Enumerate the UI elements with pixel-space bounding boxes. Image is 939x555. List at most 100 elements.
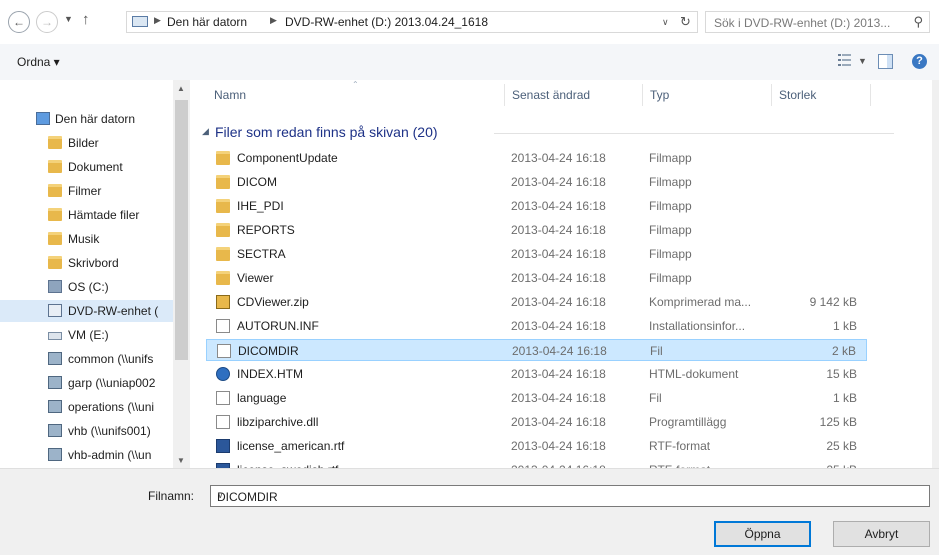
nav-item-common-share[interactable]: common (\\unifs [0,348,173,370]
breadcrumb-dvd-drive[interactable]: DVD-RW-enhet (D:) 2013.04.24_1618 [285,15,488,29]
filename-dropdown-icon[interactable]: ∨ [217,490,925,501]
file-type: Filmapp [649,175,692,189]
forward-button[interactable]: → [36,11,58,33]
table-row[interactable]: language 2013-04-24 16:18 Fil 1 kB [206,387,867,409]
column-divider[interactable] [870,84,871,106]
nav-item-dvd-drive[interactable]: DVD-RW-enhet ( [0,300,173,322]
list-scrollbar[interactable] [932,80,939,468]
nav-item-os-drive[interactable]: OS (C:) [0,276,173,298]
table-row[interactable]: libziparchive.dll 2013-04-24 16:18 Program… [206,411,867,433]
table-row[interactable]: AUTORUN.INF 2013-04-24 16:18 Installations… [206,315,867,337]
up-arrow-icon[interactable]: ↑ [82,11,90,28]
cancel-button[interactable]: Avbryt [833,521,930,547]
nav-item-vhb-share[interactable]: vhb (\\unifs001) [0,420,173,442]
table-row[interactable]: license_american.rtf 2013-04-24 16:18 RTF-… [206,435,867,457]
file-modified: 2013-04-24 16:18 [511,175,606,189]
nav-item-this-pc[interactable]: Den här datorn [0,108,173,130]
nav-item-desktop[interactable]: Skrivbord [0,252,173,274]
computer-icon [132,16,148,27]
help-icon[interactable]: ? [912,54,927,69]
nav-scrollbar-thumb[interactable] [175,100,188,360]
nav-item-pictures[interactable]: Bilder [0,132,173,154]
breadcrumb-separator-icon: ▶ [154,15,161,25]
refresh-icon[interactable]: ↻ [680,14,691,30]
network-drive-icon [48,424,62,437]
address-field[interactable]: ▶ Den här datorn ▶ DVD-RW-enhet (D:) 201… [126,11,698,33]
file-type: Filmapp [649,151,692,165]
column-header-name[interactable]: Namn [214,88,246,102]
videos-folder-icon [48,184,62,197]
pictures-folder-icon [48,136,62,149]
column-divider[interactable] [642,84,643,106]
nav-scroll-down-icon[interactable]: ▼ [177,456,185,465]
file-size: 15 kB [826,367,857,381]
file-size: 1 kB [832,391,857,405]
nav-item-operations-share[interactable]: operations (\\uni [0,396,173,418]
file-type: Fil [650,344,663,358]
open-button[interactable]: Öppna [714,521,811,547]
file-size: 9 142 kB [809,295,857,309]
nav-item-vm-drive[interactable]: VM (E:) [0,324,173,346]
file-type: HTML-dokument [649,367,739,381]
file-modified: 2013-04-24 16:18 [511,415,606,429]
network-drive-icon [48,376,62,389]
recent-locations-chevron-icon[interactable]: ▼ [64,14,73,24]
view-options-chevron-icon[interactable]: ▼ [858,56,867,66]
network-drive-icon [48,352,62,365]
group-header[interactable]: ◢ Filer som redan finns på skivan (20) [202,124,902,144]
command-bar: Ordna ▾ ▼ ? [0,44,939,81]
table-row[interactable]: IHE_PDI 2013-04-24 16:18 Filmapp [206,195,867,217]
file-name: DICOMDIR [238,344,299,358]
dialog-footer: Filnamn: DICOMDIR ∨ Öppna Avbryt [0,468,939,555]
table-row[interactable]: REPORTS 2013-04-24 16:18 Filmapp [206,219,867,241]
file-type: Filmapp [649,247,692,261]
breadcrumb-this-pc[interactable]: Den här datorn [167,15,247,29]
nav-item-vhb-admin-share[interactable]: vhb-admin (\\un [0,444,173,466]
search-icon[interactable]: ⚲ [913,14,923,30]
organize-button[interactable]: Ordna ▾ [17,55,60,69]
table-row[interactable]: SECTRA 2013-04-24 16:18 Filmapp [206,243,867,265]
nav-item-garp-share[interactable]: garp (\\uniap002 [0,372,173,394]
file-modified: 2013-04-24 16:18 [511,319,606,333]
music-folder-icon [48,232,62,245]
search-placeholder: Sök i DVD-RW-enhet (D:) 2013... [714,16,891,30]
table-row[interactable]: INDEX.HTM 2013-04-24 16:18 HTML-dokument 15… [206,363,867,385]
nav-item-documents[interactable]: Dokument [0,156,173,178]
file-type: Programtillägg [649,415,727,429]
file-size: 1 kB [832,319,857,333]
file-size: 125 kB [819,415,857,429]
file-modified: 2013-04-24 16:18 [511,151,606,165]
table-row[interactable]: DICOMDIR 2013-04-24 16:18 Fil 2 kB [206,339,867,361]
nav-item-music[interactable]: Musik [0,228,173,250]
file-modified: 2013-04-24 16:18 [511,199,606,213]
file-name: AUTORUN.INF [237,319,319,333]
column-divider[interactable] [504,84,505,106]
table-row[interactable]: DICOM 2013-04-24 16:18 Filmapp [206,171,867,193]
preview-pane-icon[interactable] [878,54,893,69]
table-row[interactable]: ComponentUpdate 2013-04-24 16:18 Filmapp [206,147,867,169]
back-button[interactable]: ← [8,11,30,33]
nav-item-downloads[interactable]: Hämtade filer [0,204,173,226]
sort-ascending-icon: ⌃ [352,80,359,89]
file-name: SECTRA [237,247,286,261]
dvd-drive-icon [48,304,62,317]
file-name: INDEX.HTM [237,367,303,381]
table-row[interactable]: CDViewer.zip 2013-04-24 16:18 Komprimerad … [206,291,867,313]
address-dropdown-icon[interactable]: ∨ [662,17,669,28]
group-collapse-icon[interactable]: ◢ [202,126,209,137]
filename-input[interactable]: DICOMDIR ∨ [210,485,930,507]
table-row[interactable]: license_swedish.rtf2013-04-24 16:18RTF-f… [206,459,867,468]
nav-item-videos[interactable]: Filmer [0,180,173,202]
column-divider[interactable] [771,84,772,106]
search-input[interactable]: Sök i DVD-RW-enhet (D:) 2013... ⚲ [705,11,930,33]
file-name: REPORTS [237,223,295,237]
table-row[interactable]: Viewer 2013-04-24 16:18 Filmapp [206,267,867,289]
network-drive-icon [48,400,62,413]
column-header-type[interactable]: Typ [650,88,669,102]
nav-scroll-up-icon[interactable]: ▲ [177,84,185,93]
file-type: Fil [649,391,662,405]
view-options-icon[interactable] [838,53,851,67]
column-header-modified[interactable]: Senast ändrad [512,88,590,102]
file-name: ComponentUpdate [237,151,338,165]
column-header-size[interactable]: Storlek [779,88,816,102]
